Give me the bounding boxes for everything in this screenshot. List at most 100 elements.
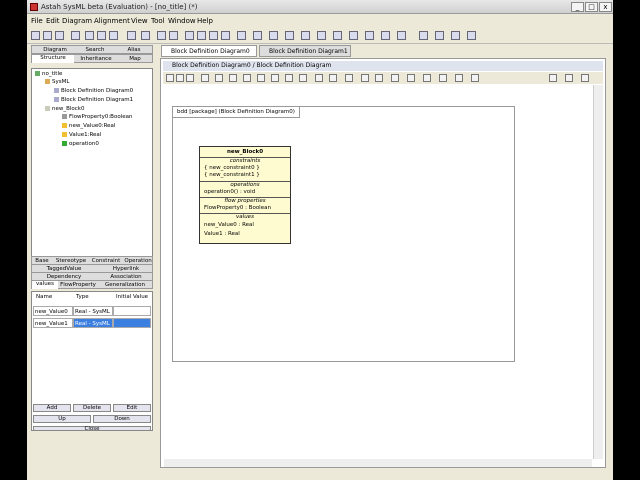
value-item[interactable]: new_Value0 : Real <box>200 222 290 229</box>
more-tools-icon[interactable] <box>471 74 479 82</box>
horizontal-scrollbar[interactable] <box>164 459 592 467</box>
row1-initial-cell[interactable] <box>113 318 151 328</box>
tree-item-value1[interactable]: Value1:Real <box>62 132 101 138</box>
tree-item-value0[interactable]: new_Value0:Real <box>62 123 115 129</box>
distribute-icon[interactable] <box>317 31 326 40</box>
generalization-tool-icon[interactable] <box>315 74 323 82</box>
align-bottom-icon[interactable] <box>301 31 310 40</box>
copy-icon[interactable] <box>97 31 106 40</box>
delete-icon[interactable] <box>141 31 150 40</box>
tab-inheritance[interactable]: Inheritance <box>76 56 116 62</box>
menu-help[interactable]: Help <box>197 17 213 25</box>
menu-tool[interactable]: Tool <box>151 17 165 25</box>
constraint-tool-icon[interactable] <box>243 74 251 82</box>
line-color-icon[interactable] <box>397 31 406 40</box>
association-tool-icon[interactable] <box>271 74 279 82</box>
row0-initial-cell[interactable] <box>113 306 151 316</box>
save-icon[interactable] <box>55 31 64 40</box>
block-tool-icon[interactable] <box>186 74 194 82</box>
row1-type-cell[interactable]: Real - SysML <box>73 318 113 328</box>
note-tool-icon[interactable] <box>229 74 237 82</box>
zoom-out-icon[interactable] <box>197 31 206 40</box>
diagram-canvas[interactable]: bdd [package] (Block Definition Diagram0… <box>166 93 592 461</box>
column-header-initial[interactable]: Initial Value <box>116 294 148 300</box>
redo-icon[interactable] <box>169 31 178 40</box>
align-right-icon[interactable] <box>269 31 278 40</box>
tree-item-block[interactable]: new_Block0 <box>45 106 85 112</box>
tab-search[interactable]: Search <box>76 47 114 53</box>
flow-tool-icon[interactable] <box>375 74 383 82</box>
tree-item-project[interactable]: no_title <box>35 71 62 77</box>
column-header-type[interactable]: Type <box>76 294 89 300</box>
value-item[interactable]: Value1 : Real <box>200 231 290 238</box>
line-style-icon[interactable] <box>349 31 358 40</box>
containment-tool-icon[interactable] <box>361 74 369 82</box>
new-file-icon[interactable] <box>31 31 40 40</box>
zoom-in-icon[interactable] <box>185 31 194 40</box>
tree-item-flowproperty[interactable]: FlowProperty0:Boolean <box>62 114 132 120</box>
doc-tab-bdd0[interactable]: Block Definition Diagram0 <box>161 45 257 57</box>
composition-tool-icon[interactable] <box>285 74 293 82</box>
row0-name-cell[interactable]: new_Value0 <box>33 306 73 316</box>
font-color-icon[interactable] <box>381 31 390 40</box>
row1-name-cell[interactable]: new_Value1 <box>33 318 73 328</box>
tab-values[interactable]: values <box>32 281 58 289</box>
rectangle-tool-icon[interactable] <box>423 74 431 82</box>
tree-item-operation[interactable]: operation0 <box>62 141 99 147</box>
menu-edit[interactable]: Edit <box>46 17 60 25</box>
row0-type-cell[interactable]: Real - SysML <box>73 306 113 316</box>
block-new-block0[interactable]: new_Block0 constraints { new_constraint0… <box>199 146 291 244</box>
copy-image-icon[interactable] <box>127 31 136 40</box>
tree-item-bdd1[interactable]: Block Definition Diagram1 <box>54 97 133 103</box>
delete-button[interactable]: Delete <box>73 404 111 412</box>
flow-property-item[interactable]: FlowProperty0 : Boolean <box>200 205 290 212</box>
tab-structure[interactable]: Structure <box>32 55 74 63</box>
open-file-icon[interactable] <box>43 31 52 40</box>
aggregation-tool-icon[interactable] <box>299 74 307 82</box>
fill-color-icon[interactable] <box>365 31 374 40</box>
tree-item-bdd0[interactable]: Block Definition Diagram0 <box>54 88 133 94</box>
align-left-icon[interactable] <box>237 31 246 40</box>
menu-view[interactable]: View <box>131 17 148 25</box>
menu-alignment[interactable]: Alignment <box>94 17 130 25</box>
grid-icon[interactable] <box>435 31 444 40</box>
menu-file[interactable]: File <box>31 17 43 25</box>
add-button[interactable]: Add <box>33 404 71 412</box>
dependency-tool-icon[interactable] <box>329 74 337 82</box>
print-icon[interactable] <box>71 31 80 40</box>
panel-close-icon[interactable] <box>581 74 589 82</box>
down-button[interactable]: Down <box>93 415 151 423</box>
zoom-fit-icon[interactable] <box>209 31 218 40</box>
panel-restore-icon[interactable] <box>565 74 573 82</box>
align-top-icon[interactable] <box>285 31 294 40</box>
bdd-frame[interactable]: bdd [package] (Block Definition Diagram0… <box>172 106 515 362</box>
text-tool-icon[interactable] <box>407 74 415 82</box>
menu-window[interactable]: Window <box>168 17 196 25</box>
line-tool-icon[interactable] <box>439 74 447 82</box>
package-tool-icon[interactable] <box>215 74 223 82</box>
operation-item[interactable]: operation0() : void <box>200 189 290 196</box>
doc-tab-bdd1[interactable]: Block Definition Diagram1 <box>259 45 351 57</box>
zoom-reset-icon[interactable] <box>221 31 230 40</box>
image-tool-icon[interactable] <box>455 74 463 82</box>
up-button[interactable]: Up <box>33 415 91 423</box>
datatype-tool-icon[interactable] <box>257 74 265 82</box>
tab-alias[interactable]: Alias <box>116 47 152 53</box>
tab-diagram[interactable]: Diagram <box>36 47 74 53</box>
align-center-icon[interactable] <box>253 31 262 40</box>
constraint-item[interactable]: { new_constraint1 } <box>200 172 290 179</box>
panel-minimize-icon[interactable] <box>549 74 557 82</box>
minimize-icon[interactable]: _ <box>571 2 584 12</box>
cut-icon[interactable] <box>85 31 94 40</box>
layout-icon[interactable] <box>419 31 428 40</box>
tab-generalization[interactable]: Generalization <box>98 282 152 288</box>
constraint-item[interactable]: { new_constraint0 } <box>200 165 290 172</box>
anchor-tool-icon[interactable] <box>391 74 399 82</box>
menu-diagram[interactable]: Diagram <box>62 17 92 25</box>
tree-item-sysml[interactable]: SysML <box>45 79 69 85</box>
close-button[interactable]: Close <box>33 426 151 432</box>
undo-icon[interactable] <box>157 31 166 40</box>
same-size-icon[interactable] <box>333 31 342 40</box>
edit-button[interactable]: Edit <box>113 404 151 412</box>
select-tool-icon[interactable] <box>166 74 174 82</box>
